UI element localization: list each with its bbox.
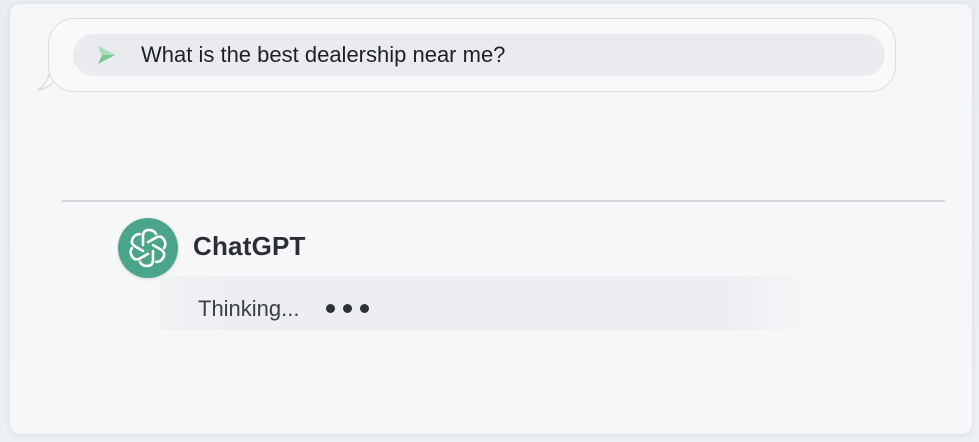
chatgpt-logo-icon [129,228,167,268]
send-arrow-icon [98,46,115,64]
thinking-status: Thinking... [198,296,300,321]
bot-name: ChatGPT [193,231,306,261]
typing-indicator [326,304,369,314]
user-message[interactable]: What is the best dealership near me? [73,34,885,76]
typing-dot [360,304,369,313]
typing-dot [326,304,335,313]
user-message-bubble: What is the best dealership near me? [48,18,896,92]
divider [62,200,945,202]
user-message-text: What is the best dealership near me? [141,42,506,67]
typing-dot [343,304,352,313]
chatgpt-avatar [118,218,178,278]
chat-window: What is the best dealership near me? Cha… [10,4,972,434]
